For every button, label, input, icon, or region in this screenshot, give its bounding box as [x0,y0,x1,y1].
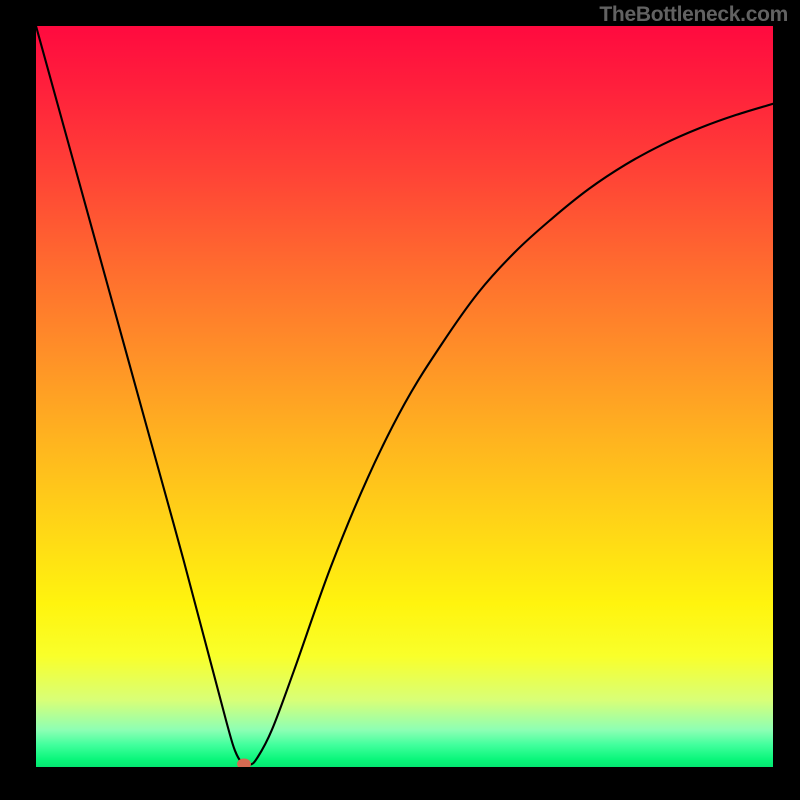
plot-area [36,26,773,767]
watermark-text: TheBottleneck.com [599,3,788,27]
bottleneck-curve [36,26,773,767]
optimal-point-marker [237,759,251,767]
chart-frame: TheBottleneck.com [0,0,800,800]
